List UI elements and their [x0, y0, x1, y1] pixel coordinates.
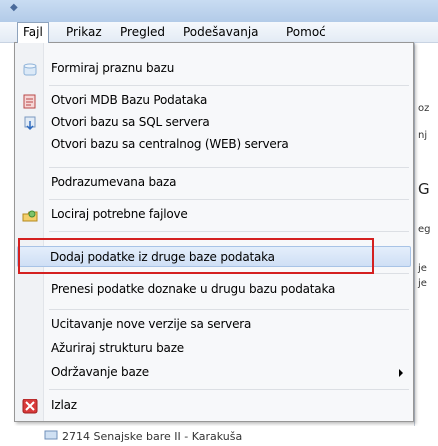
menu-item-otvori-mdb[interactable]: Otvori MDB Bazu Podataka: [17, 91, 411, 112]
menu-item-azuriraj-strukturu[interactable]: Ažuriraj strukturu baze: [17, 339, 411, 360]
background-text: je: [418, 263, 427, 274]
background-text: nj: [418, 130, 428, 141]
menu-item-podrazumevana-baza[interactable]: Podrazumevana baza: [17, 173, 411, 194]
background-heading: G: [418, 180, 430, 198]
menu-separator: [49, 85, 409, 86]
window-titlebar: ◆: [0, 0, 438, 22]
menu-item-prenesi-doznake[interactable]: Prenesi podatke doznake u drugu bazu pod…: [17, 280, 411, 301]
tree-item-label: 2714 Senajske bare II - Karakuša: [62, 430, 243, 443]
menu-item-label: Ucitavanje nove verzije sa servera: [51, 317, 252, 331]
background-tree-item: 2714 Senajske bare II - Karakuša: [0, 426, 438, 446]
window-icon: ◆: [10, 2, 18, 13]
background-text: oz: [418, 103, 430, 114]
menu-item-label: Formiraj praznu bazu: [51, 61, 175, 75]
menu-separator: [49, 199, 409, 200]
locate-files-icon: [22, 210, 38, 222]
menu-item-lociraj-fajlove[interactable]: Lociraj potrebne fajlove: [17, 205, 411, 226]
background-text: eg: [418, 224, 431, 235]
fajl-dropdown-menu: Formiraj praznu bazu Otvori MDB Bazu Pod…: [14, 42, 414, 422]
menubar: Fajl Prikaz Pregled Podešavanja Pomoć: [0, 22, 438, 43]
submenu-arrow-icon: [399, 369, 403, 377]
menu-item-otvori-web[interactable]: Otvori bazu sa centralnog (WEB) servera: [17, 135, 411, 156]
menu-item-label: Otvori bazu sa centralnog (WEB) servera: [51, 137, 289, 151]
menu-pregled[interactable]: Pregled: [115, 22, 170, 42]
new-database-icon: [23, 63, 37, 76]
menu-separator: [49, 309, 409, 310]
menu-separator: [49, 231, 409, 232]
menu-item-izlaz[interactable]: Izlaz: [17, 396, 411, 417]
exit-icon: [22, 399, 38, 414]
menu-item-label: Prenesi podatke doznake u drugu bazu pod…: [51, 282, 336, 296]
mdb-file-icon: [23, 94, 36, 109]
background-text: je: [418, 278, 427, 289]
menu-item-odrzavanje-baze[interactable]: Održavanje baze: [17, 363, 411, 384]
menu-item-label: Podrazumevana baza: [51, 175, 177, 189]
menu-item-label: Lociraj potrebne fajlove: [51, 207, 188, 221]
menu-item-otvori-sql[interactable]: Otvori bazu sa SQL servera: [17, 113, 411, 134]
menu-separator: [49, 167, 409, 168]
sql-server-icon: [24, 116, 36, 131]
menu-item-label: Ažuriraj strukturu baze: [51, 341, 184, 355]
annotation-highlight-box: [18, 238, 374, 274]
menu-prikaz[interactable]: Prikaz: [61, 22, 107, 42]
menu-fajl[interactable]: Fajl: [17, 22, 49, 43]
menu-separator: [49, 389, 409, 390]
menu-pomoc[interactable]: Pomoć: [281, 22, 331, 42]
menu-item-formiraj-praznu-bazu[interactable]: Formiraj praznu bazu: [17, 59, 411, 80]
menu-podesavanja[interactable]: Podešavanja: [178, 22, 264, 42]
menu-item-label: Održavanje baze: [51, 365, 149, 379]
menu-item-label: Otvori bazu sa SQL servera: [51, 115, 210, 129]
tree-node-icon: [44, 430, 58, 440]
menu-item-ucitavanje-verzije[interactable]: Ucitavanje nove verzije sa servera: [17, 315, 411, 336]
menu-item-label: Izlaz: [51, 398, 77, 412]
menu-item-label: Otvori MDB Bazu Podataka: [51, 93, 208, 107]
